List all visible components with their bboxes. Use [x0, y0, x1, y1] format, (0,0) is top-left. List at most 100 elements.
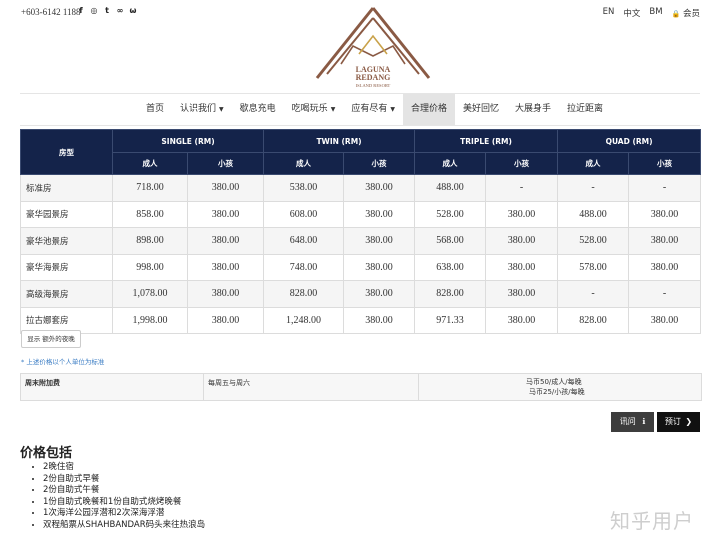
rate-cell: -	[628, 174, 702, 202]
rate-cell: 380.00	[343, 200, 416, 228]
table-row: 拉古娜套房 1,998.00 380.00 1,248.00 380.00 971.33 3…	[20, 306, 702, 334]
nav-item-5[interactable]: 合理价格	[402, 94, 455, 125]
nav-item-2[interactable]: 歇息充电	[232, 94, 284, 125]
adult-header: 成人	[112, 152, 188, 175]
logo-line-3: ISLAND RESORT	[356, 83, 391, 88]
lang-zh[interactable]: 中文	[623, 7, 640, 19]
adult-header: 成人	[557, 152, 630, 175]
nav-item-3[interactable]: 吃喝玩乐 ▼	[284, 94, 344, 125]
rate-cell: 380.00	[485, 253, 559, 281]
rate-cell: 380.00	[628, 306, 702, 334]
room-name: 豪华园景房	[20, 200, 113, 228]
rate-cell: 380.00	[343, 306, 416, 334]
logo-line-2: REDANG	[356, 73, 391, 82]
rate-cell: 380.00	[186, 253, 265, 281]
room-name: 高级海景房	[20, 280, 113, 308]
chevron-right-icon: ❯	[685, 417, 693, 426]
caret-down-icon: ▼	[390, 106, 395, 113]
caret-down-icon: ▼	[219, 106, 224, 113]
list-item: 1份自助式晚餐和1份自助式烧烤晚餐	[43, 497, 205, 509]
price-note: * 上述价格以个人单位为标准	[21, 358, 105, 366]
surcharge-days: 每周五与周六	[208, 379, 250, 387]
rate-cell: 608.00	[263, 200, 345, 228]
rate-cell: -	[485, 174, 559, 202]
nav-item-label: 歇息充电	[239, 104, 276, 114]
rate-cell: 380.00	[186, 280, 265, 308]
rate-cell: 380.00	[343, 253, 416, 281]
tripadvisor-icon[interactable]: ∞	[116, 6, 124, 15]
rate-cell: 380.00	[186, 200, 265, 228]
table-row: 豪华园景房 858.00 380.00 608.00 380.00 528.00 380.0…	[20, 200, 702, 228]
facebook-icon[interactable]: f	[77, 6, 85, 15]
nav-item-label: 认识我们	[180, 104, 217, 114]
book-label: 预订	[664, 417, 681, 426]
nav-item-label: 吃喝玩乐	[291, 104, 328, 114]
rate-cell: 380.00	[186, 227, 265, 255]
lang-en[interactable]: EN	[603, 7, 615, 19]
rate-cell: 971.33	[414, 306, 487, 334]
lang-bm[interactable]: BM	[649, 7, 662, 19]
show-extra-nights-button[interactable]: 显示 额外的夜晚	[21, 330, 81, 348]
nav-item-4[interactable]: 应有尽有 ▼	[343, 94, 403, 125]
member-login[interactable]: 🔒 会员	[672, 7, 700, 19]
rate-cell: 488.00	[414, 174, 487, 202]
nav-item-1[interactable]: 认识我们 ▼	[172, 94, 232, 125]
rate-cell: 828.00	[263, 280, 345, 308]
nav-item-7[interactable]: 大展身手	[507, 94, 559, 125]
rate-cell: 380.00	[485, 227, 559, 255]
table-row: 豪华海景房 998.00 380.00 748.00 380.00 638.00 380.0…	[20, 253, 702, 281]
divider	[203, 374, 204, 400]
nav-item-0[interactable]: 首页	[138, 94, 172, 125]
nav-item-label: 大展身手	[514, 104, 551, 114]
social-links: f ◎ t ∞ ω	[77, 6, 137, 15]
nav-item-label: 美好回忆	[462, 104, 499, 114]
rate-cell: 1,248.00	[263, 306, 345, 334]
member-label: 会员	[682, 9, 700, 19]
table-row: 高级海景房 1,078.00 380.00 828.00 380.00 828.00 380…	[20, 280, 702, 308]
rate-cell: 380.00	[186, 174, 265, 202]
list-item: 2份自助式午餐	[43, 485, 205, 497]
rate-cell: 828.00	[414, 280, 487, 308]
rate-cell: 648.00	[263, 227, 345, 255]
main-nav: 首页 认识我们 ▼ 歇息充电 吃喝玩乐 ▼ 应有尽有 ▼ 合理价格 美好回忆 大展身手 拉近距离	[20, 93, 700, 126]
rate-cell: 538.00	[263, 174, 345, 202]
twitter-icon[interactable]: t	[103, 6, 111, 15]
rate-cell: -	[557, 174, 630, 202]
book-button[interactable]: 预订 ❯	[657, 412, 700, 432]
rate-cell: 380.00	[343, 174, 416, 202]
rate-cell: 380.00	[485, 200, 559, 228]
list-item: 2晚住宿	[43, 462, 205, 474]
group-header-triple: TRIPLE (RM)	[414, 129, 559, 153]
table-row: 标准房 718.00 380.00 538.00 380.00 488.00- - -	[20, 174, 702, 202]
rate-cell: -	[557, 280, 630, 308]
child-header: 小孩	[628, 152, 702, 175]
rate-cell: -	[628, 280, 702, 308]
room-type-header: 房型	[20, 129, 113, 175]
instagram-icon[interactable]: ◎	[90, 6, 98, 15]
rate-cell: 748.00	[263, 253, 345, 281]
rate-cell: 828.00	[557, 306, 630, 334]
adult-header: 成人	[263, 152, 345, 175]
nav-item-label: 首页	[146, 104, 165, 114]
rate-cell: 488.00	[557, 200, 630, 228]
room-name: 豪华海景房	[20, 253, 113, 281]
phone-number[interactable]: +603-6142 1188	[21, 7, 81, 17]
rate-cell: 380.00	[628, 200, 702, 228]
group-header-quad: QUAD (RM)	[557, 129, 702, 153]
resort-logo[interactable]: LAGUNA REDANG ISLAND RESORT	[313, 6, 433, 88]
child-header: 小孩	[186, 152, 265, 175]
rate-cell: 380.00	[186, 306, 265, 334]
nav-item-8[interactable]: 拉近距离	[559, 94, 611, 125]
weibo-icon[interactable]: ω	[129, 6, 137, 15]
rate-cell: 998.00	[112, 253, 188, 281]
rate-cell: 380.00	[343, 227, 416, 255]
rate-cell: 718.00	[112, 174, 188, 202]
caret-down-icon: ▼	[330, 106, 336, 113]
rate-cell: 898.00	[112, 227, 188, 255]
list-item: 双程船票从SHAHBANDAR码头来往热浪岛	[43, 520, 205, 532]
nav-item-label: 合理价格	[410, 104, 447, 114]
rate-cell: 568.00	[414, 227, 487, 255]
nav-item-6[interactable]: 美好回忆	[455, 94, 507, 125]
nav-item-label: 拉近距离	[567, 104, 604, 114]
enquire-button[interactable]: 讯问 ℹ	[611, 412, 654, 432]
